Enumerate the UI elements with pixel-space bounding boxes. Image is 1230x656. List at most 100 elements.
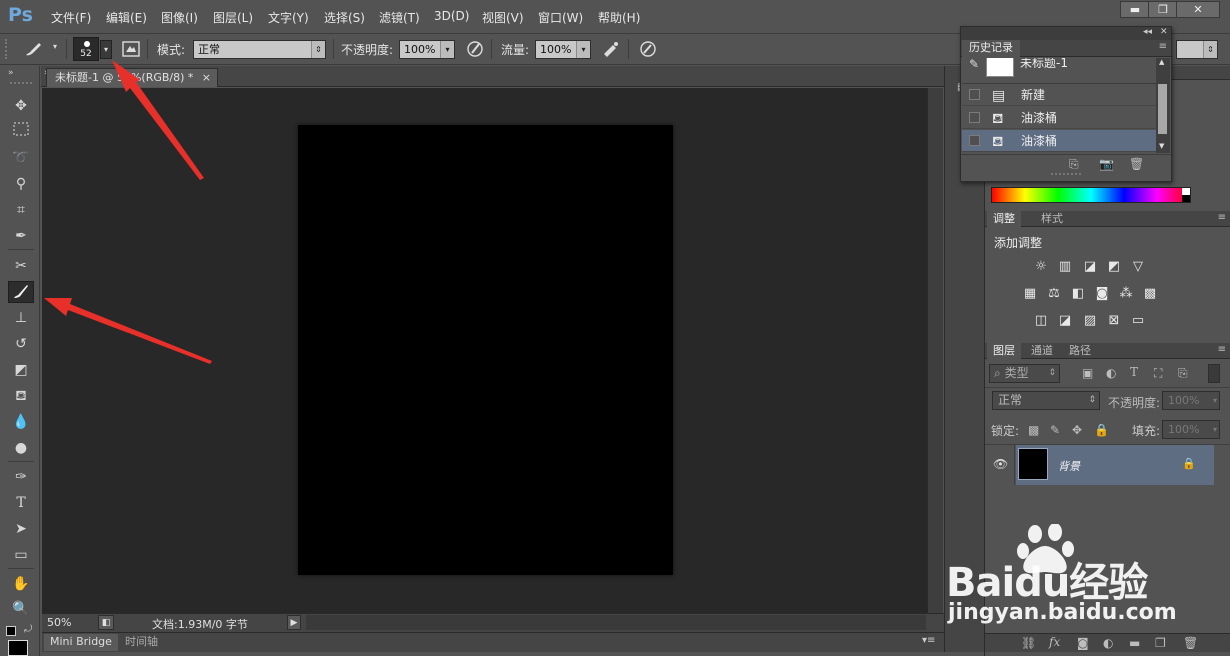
blend-mode-select[interactable]: 正常 ⇕ [992, 391, 1100, 410]
filter-type-icon[interactable]: T [1130, 365, 1138, 379]
lock-image-icon[interactable]: ✎ [1050, 423, 1060, 437]
tab-paths[interactable]: 路径 [1063, 343, 1097, 359]
layer-opacity-input[interactable]: 100% ▾ [1162, 391, 1220, 410]
delete-layer-icon[interactable]: 🗑 [1183, 636, 1198, 650]
history-scrollbar[interactable]: ▲ ▼ [1156, 58, 1170, 153]
lock-all-icon[interactable]: 🔒 [1094, 423, 1109, 437]
selective-color-icon[interactable]: ⊠ [1106, 314, 1122, 328]
search-icon: ⌕ [994, 366, 1001, 380]
lock-position-icon[interactable]: ✥ [1072, 423, 1082, 437]
link-layers-icon[interactable]: ⛓ [1021, 636, 1036, 650]
close-panel-icon[interactable]: ✕ [1160, 27, 1168, 37]
scroll-down-icon[interactable]: ▼ [1159, 142, 1164, 150]
panel-menu-icon[interactable]: ≡ [1218, 212, 1226, 223]
tab-adjustments[interactable]: 调整 [987, 211, 1021, 227]
filter-shape-icon[interactable]: ⛶ [1154, 366, 1162, 381]
panel-menu-icon[interactable]: ≡ [1218, 344, 1226, 355]
gradient-map-icon[interactable]: ▭ [1130, 314, 1146, 328]
fill-value: 100% [1168, 423, 1200, 436]
layer-filter-value: 类型 [1004, 366, 1029, 380]
delete-state-icon[interactable]: 🗑 [1129, 157, 1144, 171]
camera-icon[interactable]: 📷 [1099, 157, 1114, 171]
history-source-checkbox[interactable] [969, 112, 980, 123]
dropdown-arrow-icon: ▾ [1212, 396, 1217, 405]
layers-panel-header: 图层 通道 路径 ≡ [985, 343, 1230, 359]
color-spectrum-ramp[interactable] [991, 187, 1191, 203]
threshold-icon[interactable]: ▨ [1082, 314, 1098, 328]
collapse-icon[interactable]: ◂◂ [1143, 27, 1152, 37]
divider [985, 387, 1230, 388]
fill-input[interactable]: 100% ▾ [1162, 420, 1220, 439]
photo-filter-icon[interactable]: ◙ [1094, 287, 1110, 301]
paint-bucket-icon: ⛾ [992, 134, 1004, 150]
baidu-watermark: Baidu经验 jingyan.baidu.com [946, 523, 1177, 628]
black-swatch[interactable] [1182, 195, 1190, 202]
fill-label: 填充: [1132, 424, 1161, 438]
history-panel-titlebar[interactable]: ◂◂ ✕ [961, 27, 1171, 40]
history-source-checkbox[interactable] [969, 135, 980, 146]
blend-mode-value: 正常 [998, 393, 1023, 407]
dropdown-arrow-icon: ▾ [1212, 425, 1217, 434]
watermark-url: jingyan.baidu.com [948, 600, 1177, 625]
filter-pixel-icon[interactable]: ▣ [1082, 366, 1093, 380]
snapshot-label: 未标题-1 [1020, 58, 1068, 70]
filter-adjustment-icon[interactable]: ◐ [1106, 366, 1116, 380]
exposure-icon[interactable]: ◩ [1106, 260, 1122, 274]
filter-smart-object-icon[interactable]: ⎘ [1178, 366, 1188, 381]
history-panel-header: 历史记录 ≡ [961, 40, 1171, 57]
black-white-icon[interactable]: ◧ [1070, 287, 1086, 301]
invert-icon[interactable]: ◫ [1033, 314, 1049, 328]
levels-icon[interactable]: ▥ [1057, 260, 1073, 274]
tab-layers[interactable]: 图层 [987, 343, 1021, 359]
scroll-thumb[interactable] [1158, 84, 1167, 134]
vibrance-icon[interactable]: ▽ [1130, 260, 1146, 274]
history-item-label: 油漆桶 [1021, 134, 1058, 148]
tab-channels[interactable]: 通道 [1025, 343, 1059, 359]
layer-row[interactable]: 背景 🔒 [1016, 445, 1214, 485]
history-footer: ⎘ 📷 🗑 [961, 154, 1171, 172]
brightness-contrast-icon[interactable]: ☼ [1033, 260, 1049, 274]
layer-style-icon[interactable]: fx [1049, 635, 1060, 649]
layer-visibility-column: 👁 [985, 445, 1015, 485]
new-group-icon[interactable]: ▬ [1129, 636, 1140, 650]
new-layer-icon[interactable]: ❐ [1155, 636, 1166, 650]
annotation-arrow-brush-tool [44, 298, 212, 364]
panel-menu-icon[interactable]: ≡ [1159, 41, 1167, 52]
tab-history[interactable]: 历史记录 [962, 40, 1020, 57]
layer-thumbnail [1018, 448, 1048, 480]
lock-label: 锁定: [991, 424, 1020, 438]
layer-name[interactable]: 背景 [1058, 458, 1080, 474]
paint-bucket-icon: ⛾ [992, 111, 1004, 127]
eye-icon[interactable]: 👁 [993, 457, 1008, 471]
snapshot-thumbnail [986, 58, 1014, 77]
filter-toggle[interactable] [1208, 364, 1220, 383]
color-balance-icon[interactable]: ⚖ [1046, 287, 1062, 301]
tab-styles[interactable]: 样式 [1035, 211, 1069, 227]
history-snapshot-row[interactable]: ✎ 未标题-1 [962, 58, 1156, 84]
hue-saturation-icon[interactable]: ▦ [1022, 287, 1038, 301]
history-item-label: 新建 [1021, 88, 1046, 102]
white-swatch[interactable] [1182, 188, 1190, 195]
layer-opacity-label: 不透明度: [1108, 396, 1161, 410]
document-icon: ▤ [992, 88, 1006, 104]
history-source-checkbox[interactable] [969, 89, 980, 100]
layer-opacity-value: 100% [1168, 394, 1200, 407]
channel-mixer-icon[interactable]: ⁂ [1118, 287, 1134, 301]
layer-lock-icon: 🔒 [1182, 457, 1196, 470]
add-mask-icon[interactable]: ◙ [1077, 636, 1089, 650]
layer-filter-select[interactable]: ⌕ 类型 ⇕ [989, 364, 1060, 383]
new-adjustment-layer-icon[interactable]: ◐ [1103, 636, 1113, 650]
history-item-selected[interactable]: ⛾ 油漆桶 [962, 130, 1156, 152]
curves-icon[interactable]: ◪ [1082, 260, 1098, 274]
scroll-up-icon[interactable]: ▲ [1159, 58, 1164, 66]
history-item[interactable]: ⛾ 油漆桶 [962, 107, 1156, 129]
history-item[interactable]: ▤ 新建 [962, 84, 1156, 106]
lock-transparent-icon[interactable]: ▩ [1028, 423, 1039, 437]
history-brush-source-icon[interactable]: ✎ [969, 58, 979, 71]
select-arrows-icon: ⇕ [1088, 395, 1096, 405]
new-document-from-state-icon[interactable]: ⎘ [1069, 157, 1079, 172]
posterize-icon[interactable]: ◪ [1057, 314, 1073, 328]
color-lookup-icon[interactable]: ▩ [1142, 287, 1158, 301]
history-item-label: 油漆桶 [1021, 111, 1058, 125]
resize-grip[interactable] [1051, 173, 1081, 175]
